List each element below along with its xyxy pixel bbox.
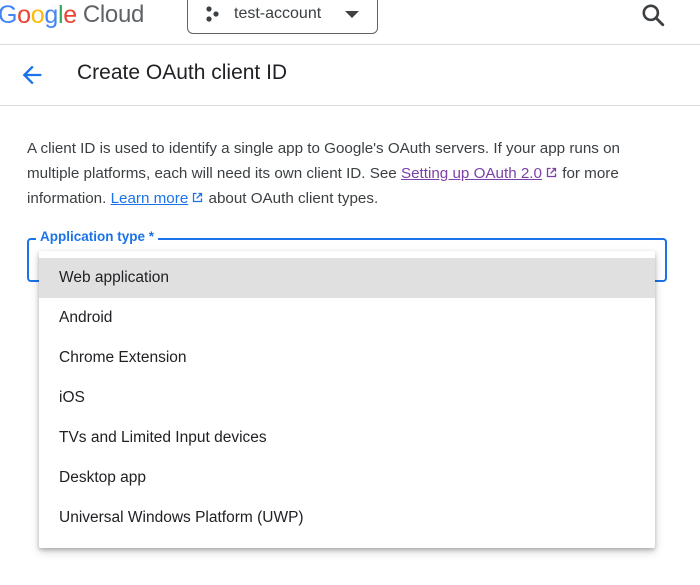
external-link-icon: [546, 167, 557, 178]
option-web-application[interactable]: Web application: [39, 258, 655, 298]
google-cloud-logo[interactable]: Google Cloud: [0, 0, 144, 30]
logo-letter: o: [30, 0, 45, 29]
application-type-label: Application type *: [36, 229, 159, 244]
description-text: A client ID is used to identify a single…: [27, 136, 667, 211]
project-name: test-account: [234, 5, 322, 22]
option-tvs-limited-input[interactable]: TVs and Limited Input devices: [39, 418, 655, 458]
google-wordmark: Google: [0, 1, 77, 30]
logo-letter: o: [17, 0, 31, 29]
page-header: Create OAuth client ID: [0, 45, 700, 106]
project-picker-button[interactable]: test-account: [187, 0, 378, 34]
link-label: Setting up OAuth 2.0: [400, 165, 542, 182]
option-ios[interactable]: iOS: [39, 378, 655, 418]
search-icon[interactable]: [640, 2, 666, 28]
option-chrome-extension[interactable]: Chrome Extension: [39, 338, 655, 378]
description-part: about OAuth client types.: [208, 190, 379, 207]
caret-down-icon: [345, 10, 359, 18]
application-type-dropdown: Web application Android Chrome Extension…: [39, 251, 655, 548]
logo-letter: g: [44, 0, 58, 29]
logo-letter: G: [0, 0, 18, 29]
page-title: Create OAuth client ID: [77, 61, 288, 84]
learn-more-link[interactable]: Learn more: [111, 190, 189, 207]
setting-up-oauth-link[interactable]: Setting up OAuth 2.0: [401, 165, 542, 182]
cloud-wordmark: Cloud: [82, 1, 145, 28]
external-link-icon: [193, 192, 203, 203]
top-app-bar: Google Cloud test-account: [0, 0, 700, 45]
link-label: Learn more: [110, 190, 189, 207]
option-desktop-app[interactable]: Desktop app: [39, 458, 655, 498]
logo-letter: e: [63, 0, 77, 29]
option-android[interactable]: Android: [39, 298, 655, 338]
arrow-back-icon[interactable]: [18, 61, 46, 89]
project-dots-icon: [206, 6, 219, 22]
option-uwp[interactable]: Universal Windows Platform (UWP): [39, 498, 655, 538]
